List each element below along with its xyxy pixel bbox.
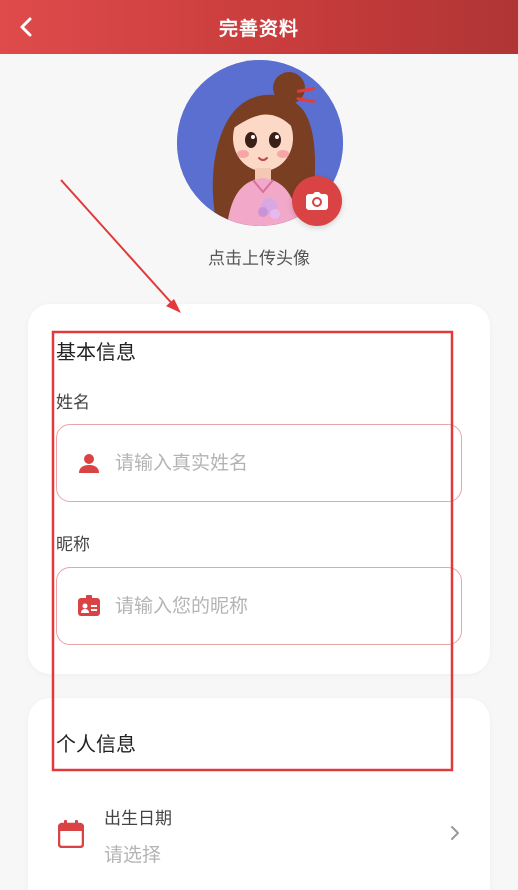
nickname-label: 昵称 (56, 535, 90, 555)
birthday-selector[interactable]: 出生日期 请选择 (56, 798, 462, 878)
page-title: 完善资料 (218, 17, 299, 40)
id-badge-icon (77, 594, 101, 618)
nickname-field[interactable] (56, 567, 462, 645)
section-title-basic: 基本信息 (56, 340, 136, 364)
calendar-icon (57, 820, 85, 852)
user-icon (77, 451, 101, 475)
chevron-right-icon (448, 824, 462, 846)
name-input[interactable] (115, 452, 415, 474)
section-title-personal: 个人信息 (56, 732, 136, 756)
avatar-upload[interactable] (177, 60, 343, 226)
back-button[interactable] (8, 8, 46, 46)
top-nav-bar: 完善资料 (0, 0, 518, 54)
profile-page: 完善资料 点击上传头像 基本信息 姓名 请输入真实姓名 昵称 请输入您的昵称 个… (0, 0, 518, 890)
personal-info-card: 个人信息 出生日期 请选择 (28, 698, 490, 890)
upload-avatar-hint[interactable]: 点击上传头像 (0, 244, 518, 269)
name-field[interactable] (56, 424, 462, 502)
camera-button[interactable] (292, 176, 342, 226)
chevron-left-icon (20, 17, 32, 37)
camera-icon (306, 192, 328, 210)
birthday-label: 出生日期 (104, 809, 172, 829)
basic-info-card: 基本信息 姓名 昵称 (28, 304, 490, 674)
nickname-input[interactable] (115, 595, 415, 617)
name-label: 姓名 (56, 393, 90, 413)
birthday-value: 请选择 (104, 844, 162, 866)
